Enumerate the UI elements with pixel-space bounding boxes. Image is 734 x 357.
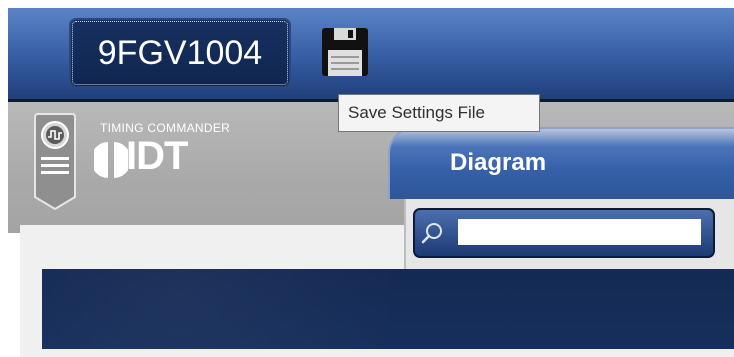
oscilloscope-clock-icon (34, 113, 76, 211)
search-icon[interactable] (420, 220, 446, 246)
tab-diagram-label: Diagram (450, 149, 547, 176)
save-settings-button[interactable] (320, 26, 372, 78)
device-name-button[interactable]: 9FGV1004 (69, 18, 291, 88)
left-margin (0, 0, 8, 349)
save-tooltip: Save Settings File (338, 94, 540, 132)
top-margin (0, 0, 734, 8)
product-name: TIMING COMMANDER (100, 121, 231, 135)
company-logo-text: IDT (126, 134, 188, 178)
tab-diagram[interactable] (388, 127, 734, 199)
diagram-canvas[interactable] (42, 269, 734, 349)
floppy-disk-icon (322, 28, 368, 76)
search-input[interactable] (458, 219, 701, 245)
idt-logo-mark (94, 142, 128, 178)
